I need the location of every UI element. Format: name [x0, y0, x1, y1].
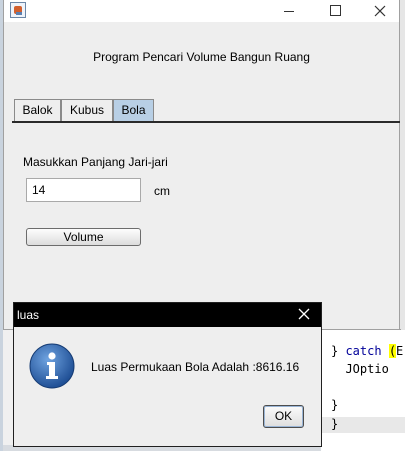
code-line-catch: } catch (E: [331, 344, 404, 358]
radius-label: Masukkan Panjang Jari-jari: [23, 155, 168, 169]
info-icon: [29, 343, 75, 392]
message-dialog: luas Luas Permukaan Bola Adalah :8616.16…: [13, 302, 322, 447]
dialog-title-bar: luas: [14, 303, 321, 327]
tab-bola[interactable]: Bola: [113, 99, 154, 121]
minimize-icon[interactable]: [266, 0, 310, 22]
app-title: Program Pencari Volume Bangun Ruang: [93, 50, 310, 64]
dialog-close-icon[interactable]: [298, 308, 310, 323]
code-line-catch: } catch (E: [331, 344, 403, 358]
background-window-edge-right: [400, 0, 405, 330]
dialog-title: luas: [17, 308, 40, 322]
code-line-brace: }: [331, 417, 339, 431]
tab-kubus[interactable]: Kubus: [61, 99, 113, 121]
close-icon[interactable]: [357, 0, 401, 22]
title-bar: [4, 0, 399, 22]
code-line-joption: JOptio: [331, 362, 389, 376]
background-code-editor: } catch (E JOptio } }: [321, 330, 405, 451]
tab-underline: [12, 121, 400, 123]
radius-input[interactable]: 14: [26, 178, 141, 202]
unit-label: cm: [154, 184, 170, 198]
main-window: Program Pencari Volume Bangun Ruang Balo…: [3, 0, 401, 330]
code-line-brace: }: [331, 398, 339, 412]
ok-button[interactable]: OK: [263, 405, 304, 428]
maximize-icon[interactable]: [312, 0, 356, 22]
dialog-message: Luas Permukaan Bola Adalah :8616.16: [91, 360, 300, 374]
volume-button[interactable]: Volume: [26, 228, 141, 246]
java-app-icon: [10, 2, 26, 18]
tab-balok[interactable]: Balok: [14, 99, 61, 121]
